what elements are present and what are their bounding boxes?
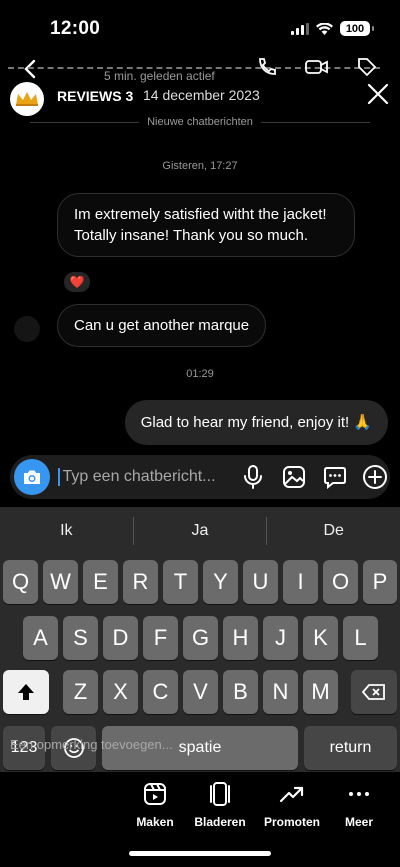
home-indicator[interactable]: [129, 851, 271, 856]
wifi-icon: [316, 22, 333, 35]
header-actions: [256, 56, 378, 78]
key[interactable]: C: [143, 670, 178, 714]
key[interactable]: D: [103, 616, 138, 660]
status-bar: 12:00 100: [0, 0, 400, 54]
key[interactable]: I: [283, 560, 318, 604]
crown-logo-icon: [16, 92, 38, 106]
gallery-icon: [282, 466, 305, 488]
key[interactable]: G: [183, 616, 218, 660]
back-chevron-icon[interactable]: [20, 58, 42, 80]
key[interactable]: M: [303, 670, 338, 714]
chat-bubble-icon: [323, 467, 346, 489]
key[interactable]: Z: [63, 670, 98, 714]
signal-icon: [291, 22, 309, 35]
key[interactable]: A: [23, 616, 58, 660]
battery-indicator: 100: [340, 21, 374, 36]
more-icon: [349, 792, 369, 796]
phone-icon[interactable]: [256, 56, 278, 78]
backspace-icon: [362, 684, 385, 700]
sticker-button[interactable]: [320, 462, 350, 492]
key[interactable]: W: [43, 560, 78, 604]
key[interactable]: F: [143, 616, 178, 660]
microphone-button[interactable]: [239, 462, 269, 492]
nav-label: Maken: [136, 815, 174, 829]
key[interactable]: V: [183, 670, 218, 714]
nav-label: Promoten: [263, 815, 320, 829]
nav-item-maken[interactable]: Maken: [120, 781, 190, 829]
reels-icon: [144, 783, 166, 805]
nav-item-promoten[interactable]: Promoten: [257, 781, 327, 829]
plus-circle-icon: [363, 465, 388, 489]
status-icons: 100: [291, 21, 374, 36]
bottom-nav: Maken Bladeren Promoten Meer: [0, 775, 400, 835]
shift-arrow-icon: [18, 684, 34, 700]
chat-header: 5 min. geleden actief REVIEWS 3 14 decem…: [0, 52, 400, 116]
message-timestamp: Gisteren, 17:27: [162, 160, 238, 172]
key[interactable]: B: [223, 670, 258, 714]
close-icon[interactable]: [366, 82, 390, 106]
sent-message[interactable]: Glad to hear my friend, enjoy it! 🙏: [124, 400, 388, 445]
camera-icon: [23, 470, 40, 484]
key[interactable]: O: [323, 560, 358, 604]
message-input[interactable]: [57, 468, 228, 486]
return-key[interactable]: return: [304, 726, 397, 770]
key[interactable]: E: [83, 560, 118, 604]
sender-avatar[interactable]: [14, 316, 40, 342]
key[interactable]: K: [303, 616, 338, 660]
suggestion-item[interactable]: De: [267, 522, 400, 540]
message-composer: [10, 455, 390, 499]
camera-button[interactable]: [14, 459, 50, 495]
trend-icon: [279, 786, 304, 803]
key[interactable]: X: [103, 670, 138, 714]
nav-item-bladeren[interactable]: Bladeren: [185, 781, 255, 829]
comment-overlay-hint: Een opmerking toevoegen...: [10, 737, 173, 752]
key[interactable]: R: [123, 560, 158, 604]
divider-line: [260, 121, 371, 123]
contact-name[interactable]: REVIEWS 3: [57, 88, 133, 104]
video-icon[interactable]: [304, 56, 330, 78]
reaction-emoji: ❤️: [69, 275, 85, 289]
keyboard: Ik Ja De Q W E R T Y U I O P A S D F G H…: [0, 507, 400, 772]
header-date: 14 december 2023: [143, 87, 260, 103]
cards-icon: [210, 782, 230, 806]
avatar[interactable]: [10, 82, 44, 116]
received-message[interactable]: Can u get another marque: [57, 304, 267, 347]
gallery-button[interactable]: [279, 462, 309, 492]
suggestion-item[interactable]: Ik: [0, 522, 133, 540]
message-timestamp: 01:29: [186, 368, 214, 380]
key[interactable]: Y: [203, 560, 238, 604]
key[interactable]: H: [223, 616, 258, 660]
suggestion-item[interactable]: Ja: [134, 522, 267, 540]
divider-line: [30, 121, 140, 123]
microphone-icon: [244, 465, 263, 489]
key[interactable]: N: [263, 670, 298, 714]
nav-label: Meer: [344, 815, 373, 829]
shift-key[interactable]: [3, 670, 49, 714]
new-messages-divider: Nieuwe chatberichten: [30, 116, 371, 128]
received-message[interactable]: Im extremely satisfied witht the jacket!…: [57, 193, 355, 257]
key[interactable]: U: [243, 560, 278, 604]
heart-reaction[interactable]: ❤️: [62, 270, 92, 294]
nav-item-meer[interactable]: Meer: [324, 781, 394, 829]
tag-icon[interactable]: [356, 56, 378, 78]
new-messages-label: Nieuwe chatberichten: [147, 116, 253, 128]
nav-label: Bladeren: [194, 815, 246, 829]
status-time: 12:00: [50, 18, 101, 39]
key[interactable]: S: [63, 616, 98, 660]
key[interactable]: Q: [3, 560, 38, 604]
keyboard-suggestions: Ik Ja De: [0, 507, 400, 555]
key[interactable]: P: [363, 560, 397, 604]
key[interactable]: J: [263, 616, 298, 660]
backspace-key[interactable]: [351, 670, 397, 714]
active-status: 5 min. geleden actief: [104, 69, 215, 83]
key[interactable]: T: [163, 560, 198, 604]
add-button[interactable]: [360, 462, 390, 492]
key[interactable]: L: [343, 616, 378, 660]
